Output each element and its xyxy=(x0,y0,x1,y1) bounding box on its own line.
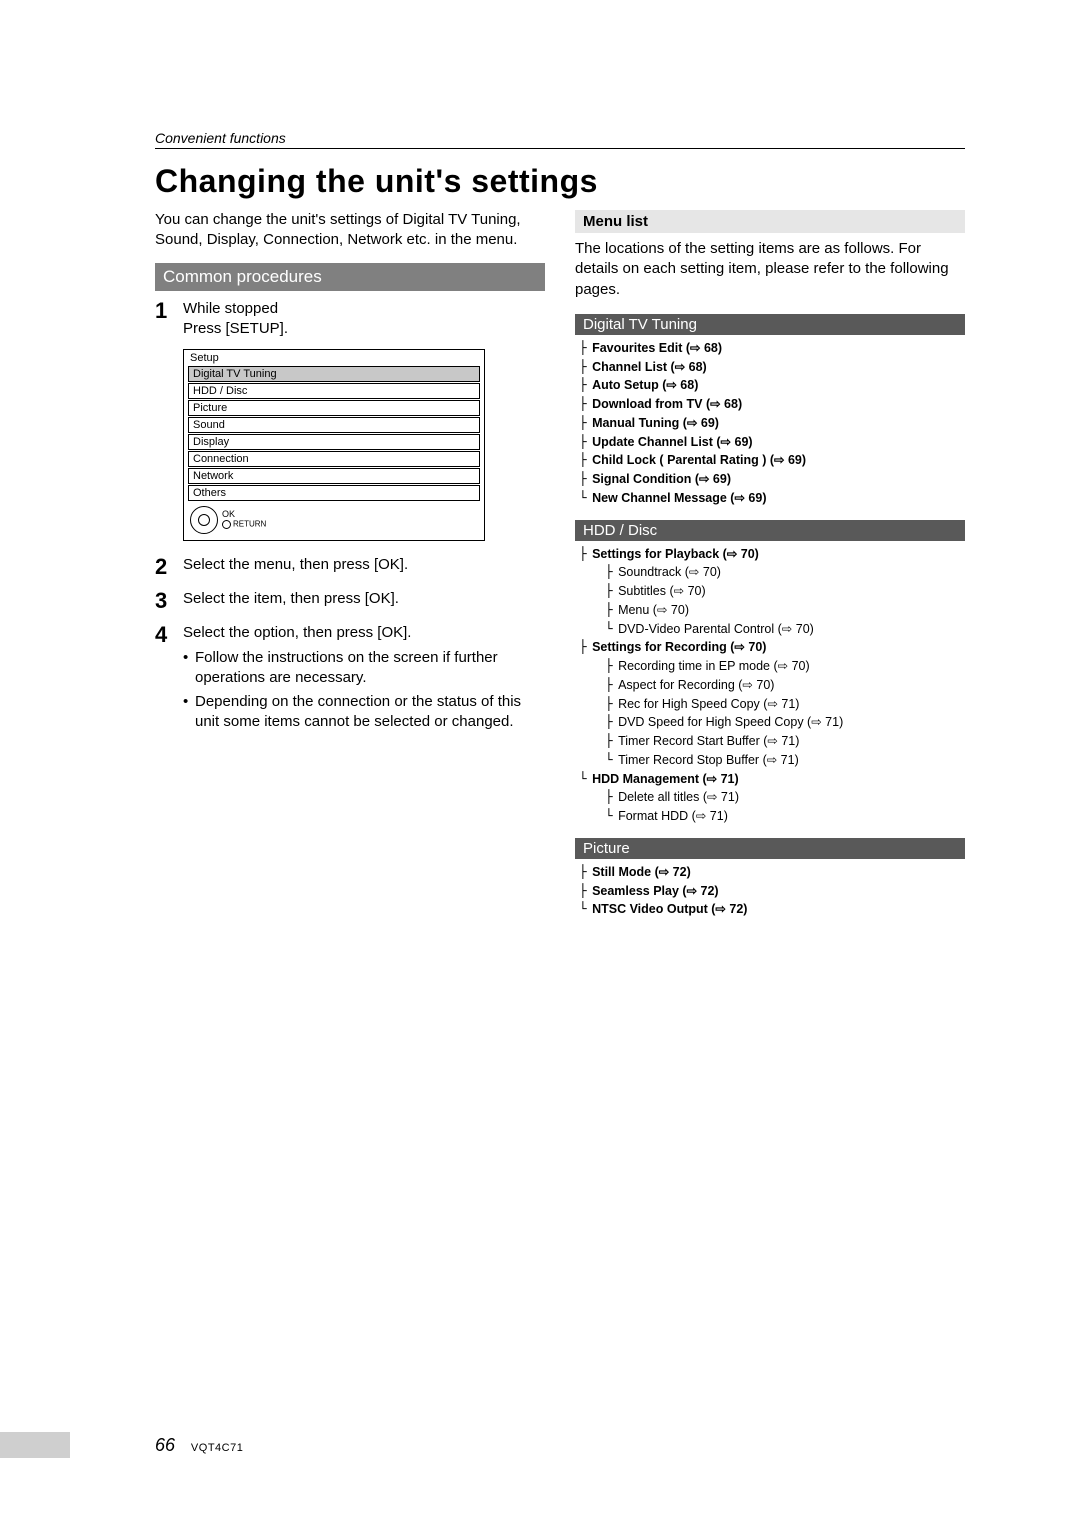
tree-item: New Channel Message (⇨ 69) xyxy=(592,489,766,508)
tree-subitem: Rec for High Speed Copy (⇨ 71) xyxy=(618,695,799,714)
setup-menu-item: Picture xyxy=(188,400,480,416)
tree-item: Signal Condition (⇨ 69) xyxy=(592,470,731,489)
step-text: Select the menu, then press [OK]. xyxy=(183,555,545,579)
tree-subitem: Timer Record Start Buffer (⇨ 71) xyxy=(618,732,799,751)
setup-menu-item: Others xyxy=(188,485,480,501)
page-footer: 66 VQT4C71 xyxy=(155,1435,243,1456)
setup-menu-item: Display xyxy=(188,434,480,450)
step-number: 4 xyxy=(155,623,183,732)
step-number: 3 xyxy=(155,589,183,613)
page-number: 66 xyxy=(155,1435,175,1455)
tree-item: Auto Setup (⇨ 68) xyxy=(592,376,698,395)
category-hdd-disc: HDD / Disc xyxy=(575,520,965,541)
tree-item: Manual Tuning (⇨ 69) xyxy=(592,414,719,433)
tree-item: Settings for Recording (⇨ 70) xyxy=(592,638,766,657)
page-title: Changing the unit's settings xyxy=(155,163,965,200)
right-column: Menu list The locations of the setting i… xyxy=(575,210,965,931)
common-procedures-heading: Common procedures xyxy=(155,263,545,291)
setup-menu-item: Sound xyxy=(188,417,480,433)
category-picture: Picture xyxy=(575,838,965,859)
menu-list-intro: The locations of the setting items are a… xyxy=(575,239,965,300)
tree-subitem: DVD Speed for High Speed Copy (⇨ 71) xyxy=(618,713,843,732)
tree-item: Settings for Playback (⇨ 70) xyxy=(592,545,759,564)
tree-item: Child Lock ( Parental Rating ) (⇨ 69) xyxy=(592,451,806,470)
step-text: Press [SETUP]. xyxy=(183,319,545,339)
menu-list-heading: Menu list xyxy=(575,210,965,233)
section-label: Convenient functions xyxy=(155,130,965,149)
page-content: Convenient functions Changing the unit's… xyxy=(0,0,1080,931)
step-text: Select the item, then press [OK]. xyxy=(183,589,545,613)
tree-subitem: Menu (⇨ 70) xyxy=(618,601,689,620)
left-column: You can change the unit's settings of Di… xyxy=(155,210,545,931)
tree-item: NTSC Video Output (⇨ 72) xyxy=(592,900,747,919)
setup-menu-title: Setup xyxy=(184,350,484,366)
tree-subitem: DVD-Video Parental Control (⇨ 70) xyxy=(618,620,814,639)
tree-item: Still Mode (⇨ 72) xyxy=(592,863,691,882)
setup-menu-figure: Setup Digital TV Tuning HDD / Disc Pictu… xyxy=(183,349,485,541)
tree-subitem: Recording time in EP mode (⇨ 70) xyxy=(618,657,810,676)
tree-subitem: Delete all titles (⇨ 71) xyxy=(618,788,739,807)
intro-text: You can change the unit's settings of Di… xyxy=(155,210,545,251)
tree-item: Update Channel List (⇨ 69) xyxy=(592,433,753,452)
step-number: 1 xyxy=(155,299,183,340)
setup-menu-item: Network xyxy=(188,468,480,484)
doc-id: VQT4C71 xyxy=(191,1442,243,1454)
step-2: 2 Select the menu, then press [OK]. xyxy=(155,555,545,579)
tree-item: Channel List (⇨ 68) xyxy=(592,358,707,377)
setup-controls: OK RETURN xyxy=(184,502,484,540)
tree-subitem: Subtitles (⇨ 70) xyxy=(618,582,706,601)
step-bullet: Follow the instructions on the screen if… xyxy=(195,648,545,689)
tree-item: Seamless Play (⇨ 72) xyxy=(592,882,719,901)
return-label: RETURN xyxy=(233,520,266,529)
tree-subitem: Timer Record Stop Buffer (⇨ 71) xyxy=(618,751,799,770)
category-digital-tv: Digital TV Tuning xyxy=(575,314,965,335)
step-1: 1 While stopped Press [SETUP]. xyxy=(155,299,545,340)
step-bullet: Depending on the connection or the statu… xyxy=(195,692,545,733)
tree-subitem: Soundtrack (⇨ 70) xyxy=(618,563,721,582)
step-4: 4 Select the option, then press [OK]. •F… xyxy=(155,623,545,732)
tree-item: HDD Management (⇨ 71) xyxy=(592,770,739,789)
return-icon xyxy=(222,520,231,529)
tree-digital: ├ Favourites Edit (⇨ 68) ├ Channel List … xyxy=(575,339,965,508)
tree-subitem: Aspect for Recording (⇨ 70) xyxy=(618,676,774,695)
step-text: Select the option, then press [OK]. xyxy=(183,623,545,643)
tree-item: Download from TV (⇨ 68) xyxy=(592,395,742,414)
step-3: 3 Select the item, then press [OK]. xyxy=(155,589,545,613)
dpad-icon xyxy=(190,506,218,534)
setup-menu-item: HDD / Disc xyxy=(188,383,480,399)
page-edge-tab xyxy=(0,1432,70,1458)
tree-subitem: Format HDD (⇨ 71) xyxy=(618,807,728,826)
tree-item: Favourites Edit (⇨ 68) xyxy=(592,339,722,358)
tree-picture: ├ Still Mode (⇨ 72) ├ Seamless Play (⇨ 7… xyxy=(575,863,965,919)
ok-label: OK xyxy=(222,510,266,520)
step-text: While stopped xyxy=(183,299,545,319)
setup-menu-item: Connection xyxy=(188,451,480,467)
tree-hdd: ├ Settings for Playback (⇨ 70) ├ Soundtr… xyxy=(575,545,965,826)
step-number: 2 xyxy=(155,555,183,579)
setup-menu-item: Digital TV Tuning xyxy=(188,366,480,382)
